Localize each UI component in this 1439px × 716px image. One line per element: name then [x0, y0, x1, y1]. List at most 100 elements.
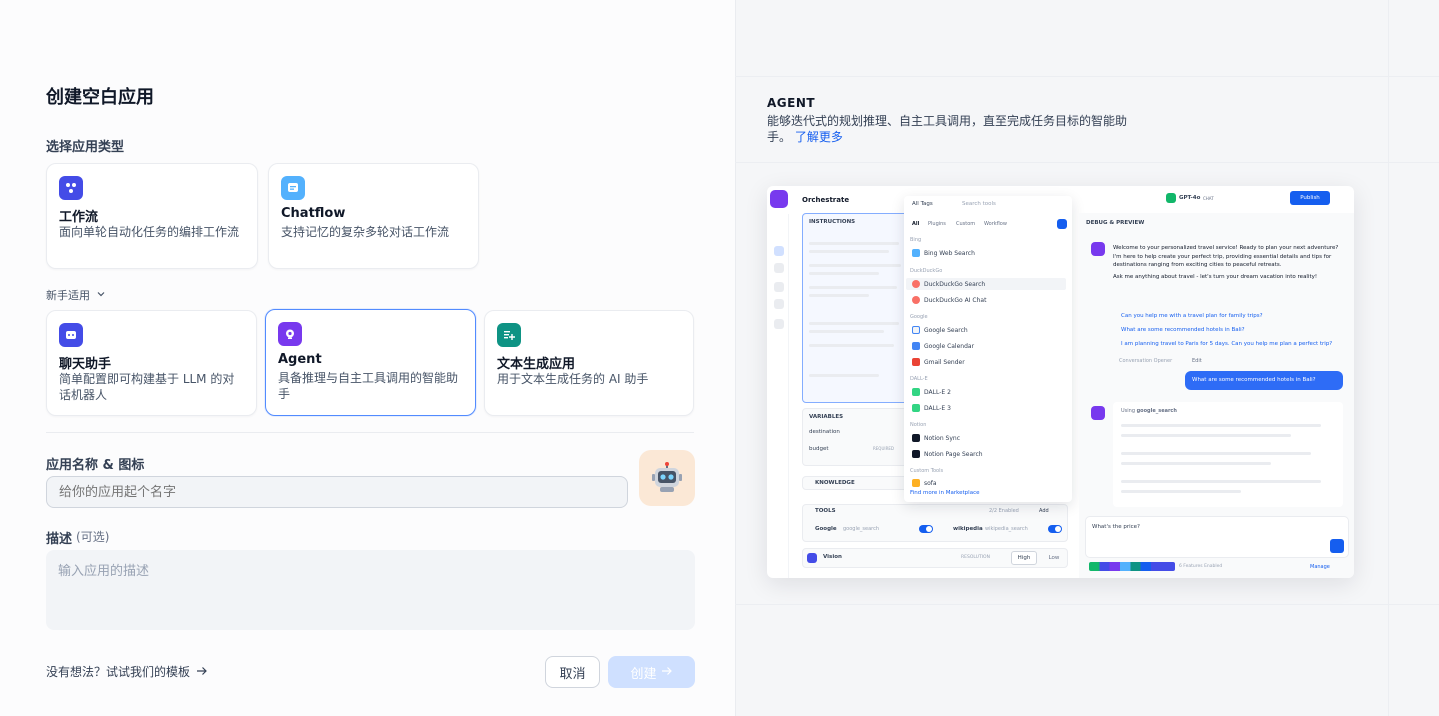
create-button[interactable]: 创建 — [608, 656, 695, 688]
tool-wikipedia: wikipedia — [953, 526, 983, 532]
tool-wikipedia-sub: wikipedia_search — [985, 526, 1028, 532]
tool-toggle — [1048, 525, 1062, 533]
desc-optional: (可选) — [76, 530, 110, 544]
app-type-card-workflow[interactable]: 工作流 面向单轮自动化任务的编排工作流 — [46, 163, 258, 269]
category-custom-tools: Custom Tools — [910, 468, 944, 474]
publish-button: Publish — [1290, 191, 1330, 205]
debug-label: DEBUG & PREVIEW — [1086, 220, 1145, 226]
cancel-button[interactable]: 取消 — [545, 656, 600, 688]
chatflow-icon — [281, 176, 305, 200]
resolution-low: Low — [1048, 555, 1060, 561]
using-label: Using — [1121, 408, 1135, 414]
tab-custom: Custom — [956, 221, 976, 227]
grid-line — [1388, 0, 1389, 716]
app-type-card-agent[interactable]: Agent 具备推理与自主工具调用的智能助手 — [265, 309, 476, 416]
tab-plugins: Plugins — [928, 221, 946, 227]
user-message: What are some recommended hotels in Bali… — [1185, 371, 1343, 390]
var-budget: budget — [809, 446, 829, 452]
opener-edit: Edit — [1192, 358, 1202, 364]
grid-line — [735, 76, 1439, 77]
category-bing: Bing — [910, 237, 922, 243]
instructions-box: INSTRUCTIONS — [802, 213, 910, 403]
app-icon-picker[interactable] — [639, 450, 695, 506]
find-more-link: Find more in Marketplace — [910, 490, 980, 496]
using-tool: google_search — [1136, 408, 1177, 414]
desc-label-row: 描述 (可选) — [46, 528, 109, 547]
features-enabled: 6 Features Enabled — [1179, 564, 1223, 569]
conversation-opener: Conversation Opener — [1119, 358, 1173, 364]
app-type-card-chatbot[interactable]: 聊天助手 简单配置即可构建基于 LLM 的对话机器人 — [46, 310, 257, 416]
tool-item: Notion Page Search — [912, 450, 983, 458]
arrow-right-icon — [196, 665, 208, 679]
app-type-label: 选择应用类型 — [46, 140, 125, 155]
arrow-right-icon — [661, 665, 673, 680]
vision-label: Vision — [823, 554, 842, 560]
resolution-high: High — [1011, 551, 1037, 565]
chat-input: What's the price? — [1085, 516, 1349, 558]
nav-icon — [774, 246, 784, 256]
app-type-card-chatflow[interactable]: Chatflow 支持记忆的复杂多轮对话工作流 — [268, 163, 479, 269]
template-link-text: 没有想法？试试我们的模板 — [46, 665, 191, 679]
welcome-message: Welcome to your personalized travel serv… — [1113, 244, 1343, 281]
tool-item: DALL-E 3 — [912, 404, 951, 412]
card-desc: 用于文本生成任务的 AI 助手 — [497, 372, 649, 386]
instructions-label: INSTRUCTIONS — [809, 219, 856, 225]
knowledge-box: KNOWLEDGE — [802, 476, 910, 490]
variables-label: VARIABLES — [809, 414, 844, 420]
tool-item: Bing Web Search — [912, 249, 975, 257]
tool-search: Search tools — [962, 201, 996, 207]
beginner-label: 新手适用 — [46, 289, 90, 302]
create-label: 创建 — [630, 666, 657, 682]
app-avatar — [770, 190, 788, 208]
card-title: 工作流 — [59, 210, 99, 225]
learn-more-link[interactable]: 了解更多 — [795, 130, 843, 144]
model-name: GPT-4o — [1179, 195, 1201, 201]
card-title: Agent — [278, 352, 322, 367]
app-type-card-text-generation[interactable]: 文本生成应用 用于文本生成任务的 AI 助手 — [484, 310, 694, 416]
var-destination: destination — [809, 429, 840, 435]
model-badge: CHAT — [1203, 196, 1214, 201]
category-notion: Notion — [910, 422, 927, 428]
tools-enabled: 2/2 Enabled — [989, 508, 1019, 514]
nav-icon — [774, 263, 784, 273]
tool-item: Gmail Sender — [912, 358, 965, 366]
divider — [46, 432, 694, 433]
suggestion-1: Can you help me with a travel plan for f… — [1121, 313, 1263, 319]
variables-box: VARIABLES destination budget REQUIRED — [802, 408, 910, 466]
beginner-toggle[interactable]: 新手适用 — [46, 287, 106, 303]
category-duckduckgo: DuckDuckGo — [910, 268, 943, 274]
tool-item: DALL-E 2 — [912, 388, 951, 396]
tool-item: sofa — [912, 479, 937, 487]
card-desc: 简单配置即可构建基于 LLM 的对话机器人 — [59, 372, 235, 402]
template-link[interactable]: 没有想法？试试我们的模板 — [46, 663, 208, 680]
nav-icon — [774, 319, 784, 329]
chatbot-icon — [59, 323, 83, 347]
page-title: 创建空白应用 — [46, 87, 154, 108]
tool-item: DuckDuckGo Search — [912, 280, 985, 288]
tab-all: All — [912, 221, 920, 227]
card-desc: 面向单轮自动化任务的编排工作流 — [59, 225, 240, 239]
ask-text: Ask me anything about travel - let's tur… — [1113, 273, 1318, 280]
workflow-icon — [59, 176, 83, 200]
name-label: 应用名称 & 图标 — [46, 458, 145, 473]
manage-link: Manage — [1310, 564, 1330, 570]
chat-input-text: What's the price? — [1092, 524, 1140, 530]
tool-toggle — [919, 525, 933, 533]
app-description-input[interactable]: 输入应用的描述 — [46, 550, 695, 630]
card-title: 聊天助手 — [59, 357, 112, 372]
tool-item: Google Calendar — [912, 342, 974, 350]
tools-label: TOOLS — [815, 508, 836, 514]
card-desc: 支持记忆的复杂多轮对话工作流 — [281, 225, 450, 239]
welcome-text: Welcome to your personalized travel serv… — [1113, 245, 1339, 268]
app-name-input[interactable] — [46, 476, 628, 508]
tool-item: DuckDuckGo AI Chat — [912, 296, 986, 304]
tab-workflow: Workflow — [984, 221, 1007, 227]
nav-icon — [774, 299, 784, 309]
card-desc: 具备推理与自主工具调用的智能助手 — [278, 371, 459, 401]
agent-icon — [278, 322, 302, 346]
grid-line — [735, 604, 1439, 605]
grid-line — [735, 162, 1439, 163]
required-badge: REQUIRED — [873, 446, 894, 451]
desc-placeholder: 输入应用的描述 — [58, 564, 150, 579]
suggestion-2: What are some recommended hotels in Bali… — [1121, 327, 1245, 333]
